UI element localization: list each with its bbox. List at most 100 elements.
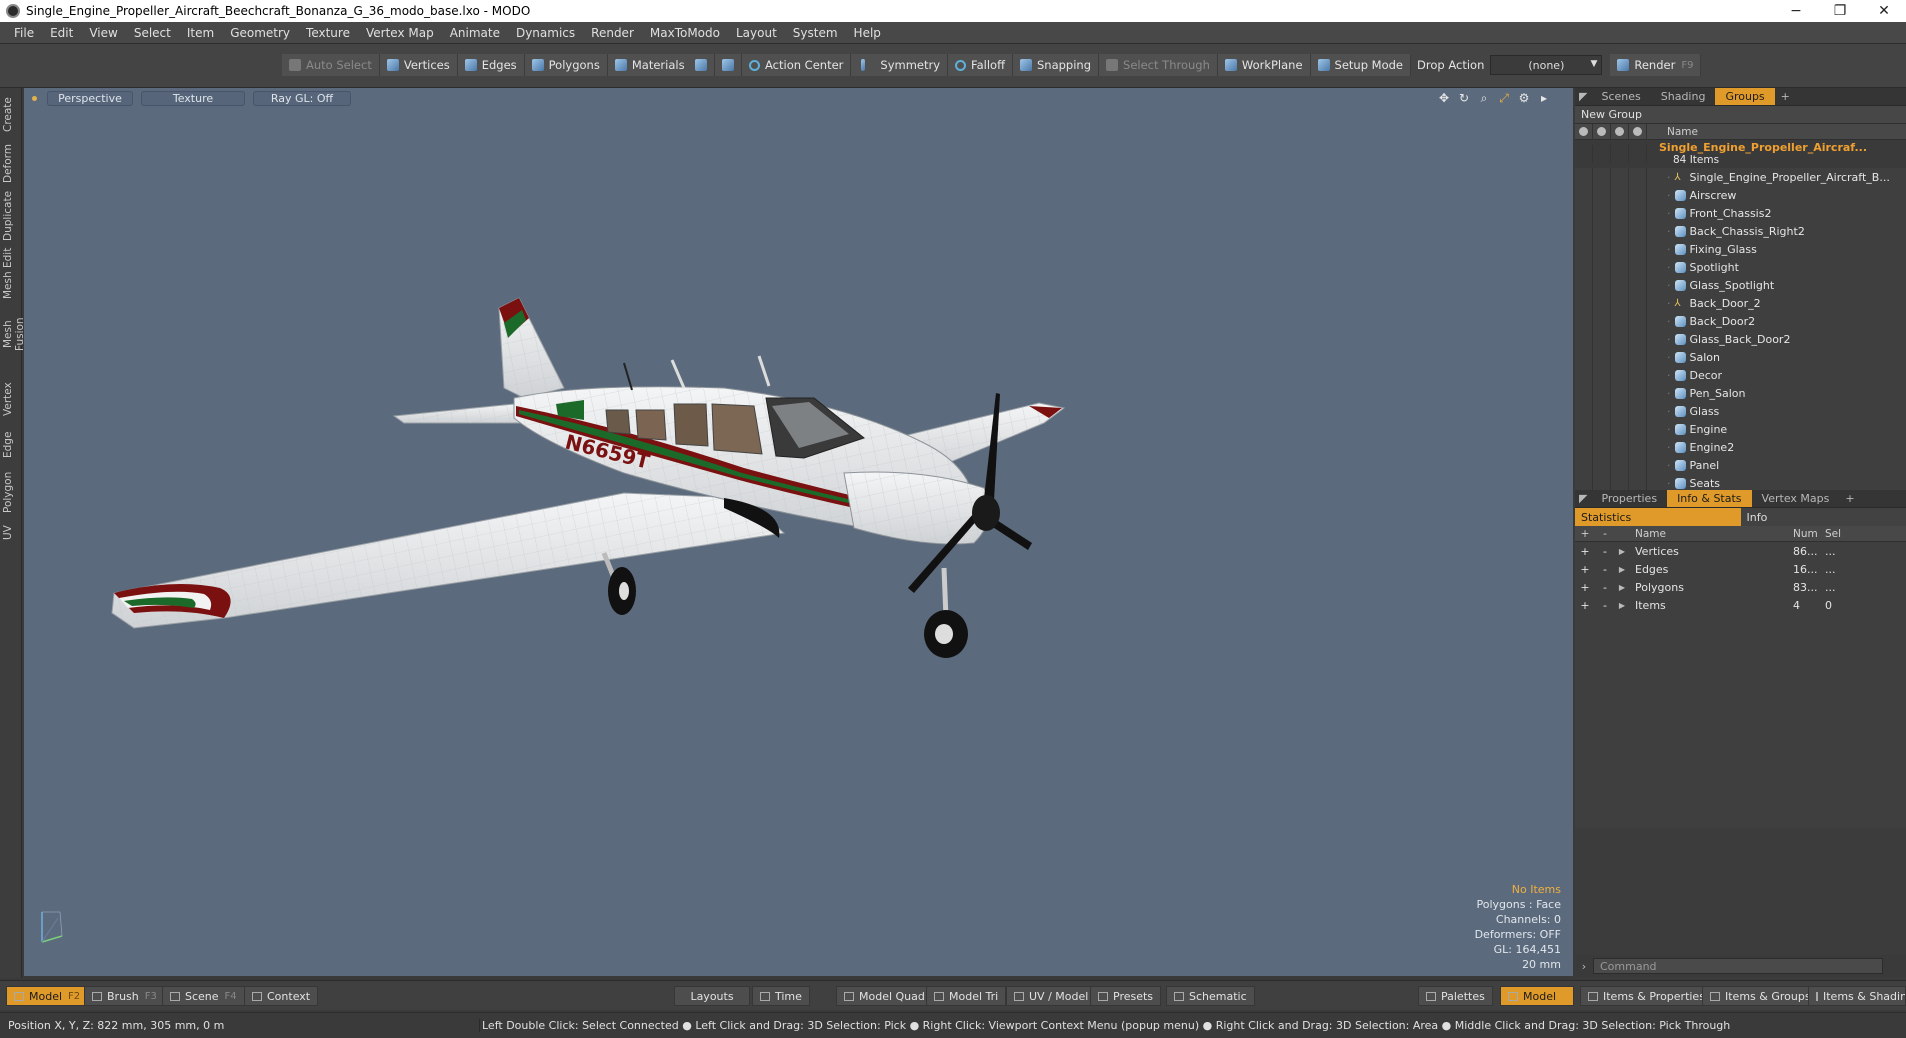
render-button[interactable]: Render F9 [1610,54,1702,76]
disclosure-triangle-icon[interactable]: ▶ [1615,583,1629,592]
restore-button[interactable]: ❐ [1818,3,1862,19]
lock-column-icon[interactable] [1611,123,1629,140]
items-properties-button[interactable]: Items & Properties [1580,986,1713,1006]
expand-icon[interactable]: + [1575,599,1595,612]
disclosure-triangle-icon[interactable]: ▶ [1615,547,1629,556]
uv-model-button[interactable]: UV / Model [1006,986,1097,1006]
disclosure-triangle-icon[interactable]: ▶ [1615,601,1629,610]
materials-button[interactable]: Materials [607,54,693,76]
stats-row[interactable]: + - ▶ Edges 16...... [1575,560,1906,578]
menu-system[interactable]: System [785,26,846,40]
drop-action-dropdown[interactable]: (none) ▼ [1490,55,1603,75]
setup-mode-button[interactable]: Setup Mode [1310,54,1412,76]
context-button[interactable]: Context [244,986,319,1006]
select-through-button[interactable]: Select Through [1099,54,1218,76]
expand-icon[interactable]: + [1575,545,1595,558]
stats-row[interactable]: + - ▶ Items 4 0 [1575,596,1906,614]
scene-mode-button[interactable]: Scene F4 [162,986,245,1006]
menu-help[interactable]: Help [846,26,889,40]
collapse-icon[interactable]: - [1595,563,1615,576]
collapse-icon[interactable]: - [1595,599,1615,612]
close-button[interactable]: ✕ [1862,3,1906,19]
tab-info-stats[interactable]: Info & Stats [1667,490,1752,507]
expand-icon[interactable]: + [1575,563,1595,576]
tab-deform[interactable]: Deform [2,140,20,186]
subtab-info[interactable]: Info [1741,508,1906,526]
symmetry-button[interactable]: Symmetry [851,54,949,76]
selection-set-button[interactable] [688,54,715,76]
snapping-button[interactable]: Snapping [1013,54,1100,76]
tab-edge[interactable]: Edge [2,428,20,462]
auto-select-button[interactable]: Auto Select [282,54,380,76]
command-history-icon[interactable]: › [1575,960,1593,973]
collapse-icon[interactable]: - [1595,545,1615,558]
stats-row[interactable]: + - ▶ Vertices 86...... [1575,542,1906,560]
group-item-row[interactable]: · Back_Door2 [1575,312,1906,330]
menu-render[interactable]: Render [583,26,642,40]
stats-row[interactable]: + - ▶ Polygons 83...... [1575,578,1906,596]
time-button[interactable]: Time [752,986,810,1006]
new-group-button[interactable]: New Group [1575,106,1906,124]
group-item-row[interactable]: · Decor [1575,366,1906,384]
edges-button[interactable]: Edges [457,54,525,76]
subtab-statistics[interactable]: Statistics [1575,508,1741,526]
group-item-row[interactable]: · Panel [1575,456,1906,474]
menu-animate[interactable]: Animate [442,26,508,40]
model-mode-button[interactable]: Model F2 [6,986,89,1006]
group-item-row[interactable]: · Glass [1575,402,1906,420]
expand-icon[interactable]: + [1575,581,1595,594]
menu-layout[interactable]: Layout [728,26,785,40]
group-item-row[interactable]: · Pen_Salon [1575,384,1906,402]
tab-uv[interactable]: UV [2,522,20,544]
tab-create[interactable]: Create [2,92,20,138]
menu-select[interactable]: Select [126,26,179,40]
group-item-row[interactable]: · Airscrew [1575,186,1906,204]
vertices-button[interactable]: Vertices [379,54,458,76]
group-item-row[interactable]: · Fixing_Glass [1575,240,1906,258]
collapse-icon[interactable]: - [1595,581,1615,594]
panel-options-icon-2[interactable]: ◤ [1575,490,1591,507]
model-quad-button[interactable]: Model Quad [836,986,933,1006]
group-item-row[interactable]: · Salon [1575,348,1906,366]
aircraft-model[interactable]: N6659T [24,88,1573,976]
brush-mode-button[interactable]: Brush F3 [84,986,165,1006]
collapse-all-icon[interactable]: - [1595,528,1615,540]
presets-button[interactable]: Presets [1090,986,1162,1006]
menu-dynamics[interactable]: Dynamics [508,26,583,40]
menu-view[interactable]: View [81,26,125,40]
group-item-row[interactable]: · Seats [1575,474,1906,490]
group-item-row[interactable]: · Engine2 [1575,438,1906,456]
disclosure-triangle-icon[interactable]: ▶ [1615,565,1629,574]
tab-vertex-maps[interactable]: Vertex Maps [1752,490,1840,507]
visibility-column-icon[interactable] [1575,123,1593,140]
tab-scenes[interactable]: Scenes [1591,88,1650,105]
items-groups-button[interactable]: Items & Groups [1702,986,1819,1006]
palettes-button[interactable]: Palettes [1418,986,1493,1006]
command-input[interactable]: Command [1593,958,1883,974]
group-item-row[interactable]: · Engine [1575,420,1906,438]
model-layout-button[interactable]: Model [1500,986,1574,1006]
model-tri-button[interactable]: Model Tri [926,986,1007,1006]
tab-polygon[interactable]: Polygon [2,468,20,516]
tab-shading[interactable]: Shading [1651,88,1716,105]
add-tab-icon[interactable]: + [1775,88,1796,105]
render-column-icon[interactable] [1593,123,1611,140]
schematic-button[interactable]: Schematic [1166,986,1255,1006]
tab-mesh-edit[interactable]: Mesh Edit [2,246,20,300]
tab-duplicate[interactable]: Duplicate [2,188,20,244]
3d-viewport[interactable]: Perspective Texture Ray GL: Off ✥ ↻ ⌕ ⤢ … [24,88,1573,976]
action-center-button[interactable]: Action Center [742,54,852,76]
menu-geometry[interactable]: Geometry [222,26,298,40]
falloff-button[interactable]: Falloff [948,54,1013,76]
menu-texture[interactable]: Texture [298,26,358,40]
tab-groups[interactable]: Groups [1715,88,1775,105]
group-root-row[interactable]: Single_Engine_Propeller_Aircraf... 84 It… [1575,140,1906,168]
polygons-button[interactable]: Polygons [524,54,608,76]
menu-item[interactable]: Item [179,26,222,40]
select-column-icon[interactable] [1629,123,1647,140]
tab-properties[interactable]: Properties [1591,490,1667,507]
tab-vertex[interactable]: Vertex [2,378,20,420]
menu-vertex-map[interactable]: Vertex Map [358,26,442,40]
group-item-row[interactable]: · ⅄ Back_Door_2 [1575,294,1906,312]
menu-maxtomodo[interactable]: MaxToModo [642,26,728,40]
